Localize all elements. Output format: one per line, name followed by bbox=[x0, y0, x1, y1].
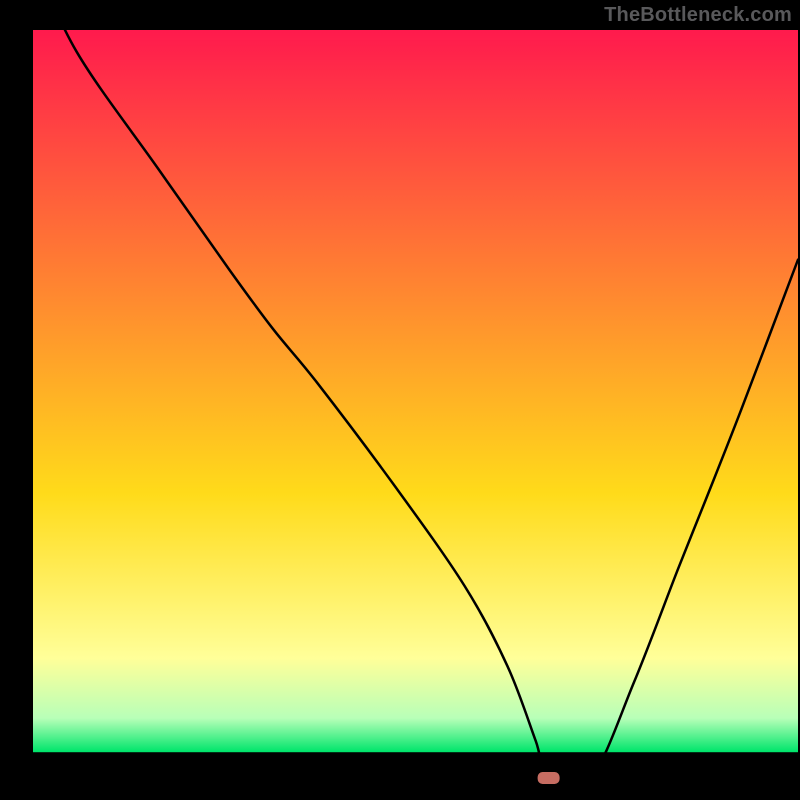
min-marker bbox=[538, 772, 560, 784]
chart-canvas bbox=[0, 0, 800, 800]
plot-background bbox=[33, 30, 798, 778]
watermark-text: TheBottleneck.com bbox=[604, 4, 792, 27]
